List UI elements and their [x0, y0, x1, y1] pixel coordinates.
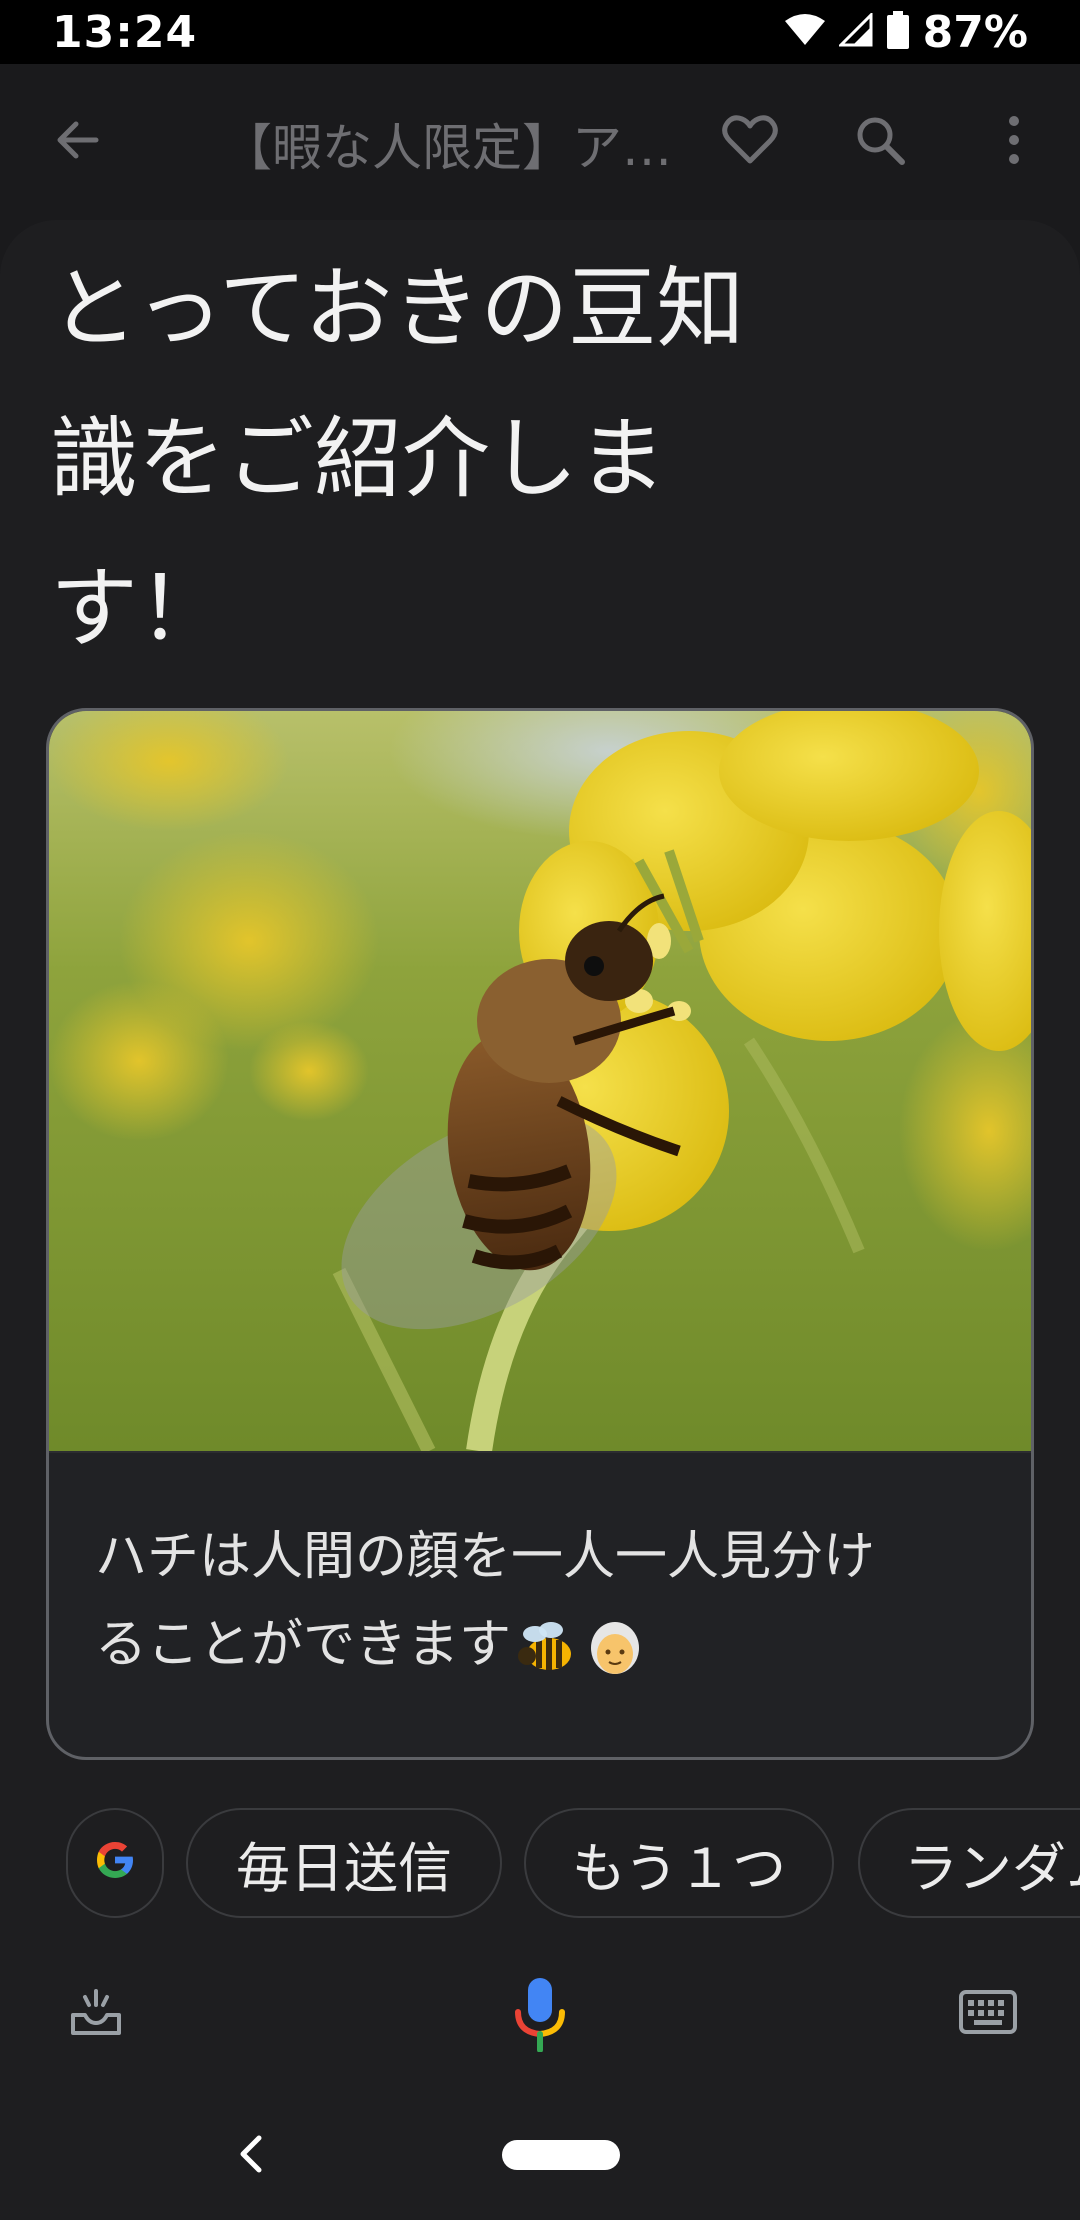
more-vert-icon: [1006, 115, 1022, 169]
battery-percent: 87%: [922, 6, 1028, 58]
chip-random[interactable]: ランダム: [858, 1808, 1080, 1918]
headline-line: 識をご紹介しま: [50, 407, 667, 510]
status-time: 13:24: [52, 6, 198, 58]
voice-input-button[interactable]: [500, 1966, 580, 2066]
back-button[interactable]: [34, 98, 122, 186]
headline: とっておきの豆知 識をご紹介しま す！: [50, 234, 810, 684]
older-person-emoji: [591, 1622, 640, 1674]
google-chip[interactable]: [66, 1808, 164, 1918]
nav-home-pill[interactable]: [502, 2140, 620, 2170]
fact-text: ハチは人間の顔を一人一人見分け ることができます: [95, 1513, 995, 1689]
microphone-icon: [512, 1976, 568, 2056]
app-bar: 【暇な人限定】ア…: [0, 64, 1080, 220]
keyboard-icon: [959, 1990, 1017, 2038]
suggestion-chips: 毎日送信 もう１つ ランダム: [66, 1808, 1080, 1918]
signal-icon: [837, 11, 873, 51]
assistant-input-bar: [0, 1950, 1080, 2080]
chip-label: ランダム: [904, 1836, 1080, 1900]
keyboard-button[interactable]: [950, 1976, 1026, 2052]
headline-line: す！: [50, 557, 227, 660]
fact-text-line1: ハチは人間の顔を一人一人見分け: [95, 1527, 876, 1587]
inbox-icon: [69, 1985, 123, 2043]
chip-label: もう１つ: [571, 1836, 787, 1900]
heart-icon: [722, 115, 778, 169]
bee-flower-image: [49, 711, 1031, 1451]
updates-button[interactable]: [58, 1976, 134, 2052]
search-button[interactable]: [836, 98, 924, 186]
more-options-button[interactable]: [970, 98, 1058, 186]
headline-line: とっておきの豆知: [50, 257, 745, 360]
card-divider: [49, 1451, 1031, 1453]
bee-emoji: [518, 1622, 572, 1670]
chip-label: 毎日送信: [236, 1836, 452, 1900]
fact-text-line2: ることができます: [95, 1615, 512, 1675]
google-g-icon: [93, 1832, 137, 1895]
app-title: 【暇な人限定】ア…: [222, 119, 672, 177]
favorite-button[interactable]: [706, 98, 794, 186]
chip-daily-send[interactable]: 毎日送信: [186, 1808, 502, 1918]
search-icon: [854, 114, 906, 170]
wifi-icon: [784, 13, 825, 51]
status-icons: 87%: [784, 6, 1028, 58]
battery-icon: [886, 11, 909, 53]
fact-card[interactable]: ハチは人間の顔を一人一人見分け ることができます: [46, 708, 1034, 1760]
chip-one-more[interactable]: もう１つ: [524, 1808, 834, 1918]
chevron-left-icon: [237, 2134, 263, 2178]
conversation-area: とっておきの豆知 識をご紹介しま す！ ハチは人間の顔を一人一人見分け ることが…: [0, 220, 1080, 1960]
status-bar: 13:24 87%: [0, 0, 1080, 64]
system-nav-bar: [0, 2080, 1080, 2220]
back-arrow-icon: [54, 116, 102, 168]
nav-back-button[interactable]: [220, 2116, 280, 2196]
